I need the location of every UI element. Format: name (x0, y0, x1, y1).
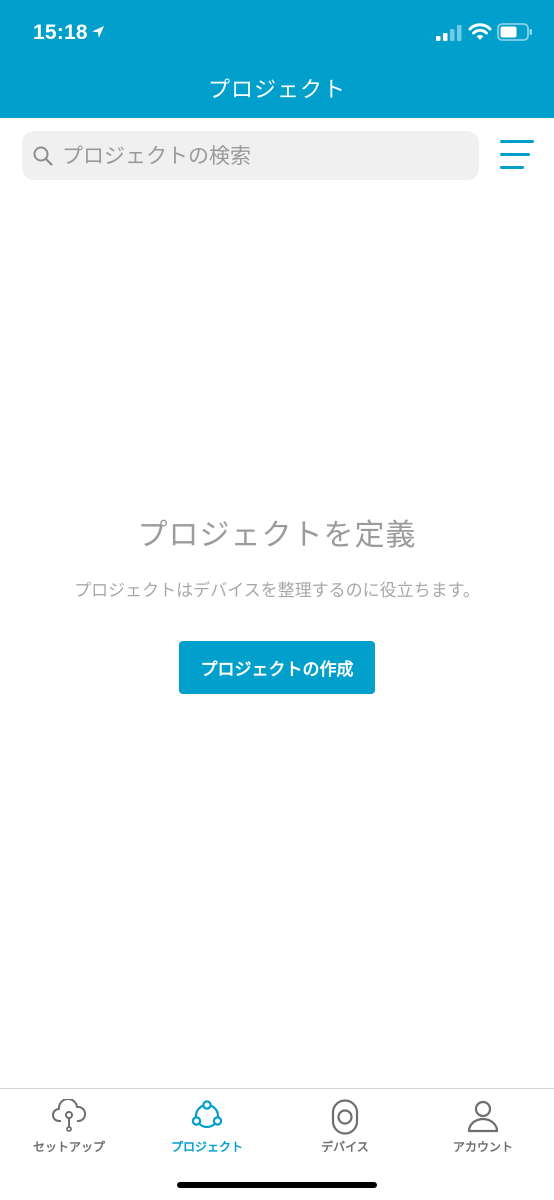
status-bar: 15:18 (0, 0, 554, 66)
project-network-icon (191, 1100, 223, 1129)
search-icon (33, 146, 53, 166)
header: 15:18 プロジェクト (0, 0, 554, 118)
account-icon (467, 1100, 499, 1133)
page-title: プロジェクト (207, 78, 346, 103)
home-indicator[interactable] (177, 1182, 377, 1188)
status-time: 15:18 (33, 21, 88, 44)
battery-icon (497, 23, 532, 41)
search-input[interactable] (62, 131, 467, 180)
tab-projects[interactable]: プロジェクト (138, 1089, 276, 1169)
empty-state-description: プロジェクトはデバイスを整理するのに役立ちます。 (74, 581, 480, 601)
tab-account[interactable]: アカウント (414, 1089, 552, 1169)
filter-line-icon (500, 153, 530, 156)
cloud-setup-icon (52, 1099, 87, 1132)
tab-label-setup: セットアップ (32, 1140, 105, 1154)
create-project-button[interactable]: プロジェクトの作成 (179, 641, 375, 694)
wifi-icon (468, 23, 492, 40)
tab-label-devices: デバイス (321, 1140, 369, 1154)
empty-state-title: プロジェクトを定義 (137, 518, 417, 553)
search-bar[interactable] (22, 131, 479, 180)
cellular-signal-icon (436, 25, 462, 41)
filter-line-icon (500, 166, 524, 169)
filter-menu-button[interactable] (497, 137, 537, 173)
screen: 15:18 プロジェクト プロジェクトの検索 プロジェクトを定義 プロジェクトは… (0, 0, 554, 1200)
location-arrow-icon (92, 26, 104, 38)
tab-label-account: アカウント (452, 1140, 513, 1154)
device-icon (331, 1099, 359, 1135)
tab-label-projects: プロジェクト (170, 1140, 243, 1154)
filter-line-icon (500, 140, 534, 143)
tab-setup[interactable]: セットアップ (0, 1089, 138, 1169)
tab-devices[interactable]: デバイス (276, 1089, 414, 1169)
